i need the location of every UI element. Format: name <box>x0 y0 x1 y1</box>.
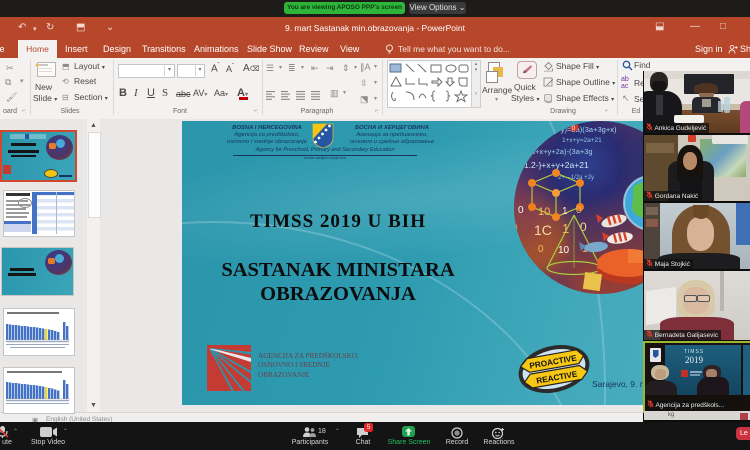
svg-text:0: 0 <box>518 205 524 216</box>
svg-text:1: 1 <box>562 221 569 236</box>
svg-text:0: 0 <box>538 244 544 255</box>
svg-text:{x-1.2-}+x+y+2a+21: {x-1.2-}+x+y+2a+21 <box>514 160 589 170</box>
svg-text:1C: 1C <box>534 222 552 238</box>
svg-text:1(x+y)=2a)(3a+3g+x): 1(x+y)=2a)(3a+3g+x) <box>546 125 617 134</box>
svg-text:1: 1 <box>562 206 568 217</box>
svg-text:0: 0 <box>580 220 587 234</box>
svg-text:l\il(N+x+y+2a)-(3a+3g: l\il(N+x+y+2a)-(3a+3g <box>520 147 593 156</box>
svg-text:0: 0 <box>572 125 576 132</box>
svg-text:10: 10 <box>558 245 570 256</box>
svg-text:0: 0 <box>576 205 582 216</box>
svg-text:10: 10 <box>538 206 550 218</box>
svg-text:0: 0 <box>514 220 518 236</box>
svg-text:1+x+y=2a+21: 1+x+y=2a+21 <box>562 137 602 144</box>
